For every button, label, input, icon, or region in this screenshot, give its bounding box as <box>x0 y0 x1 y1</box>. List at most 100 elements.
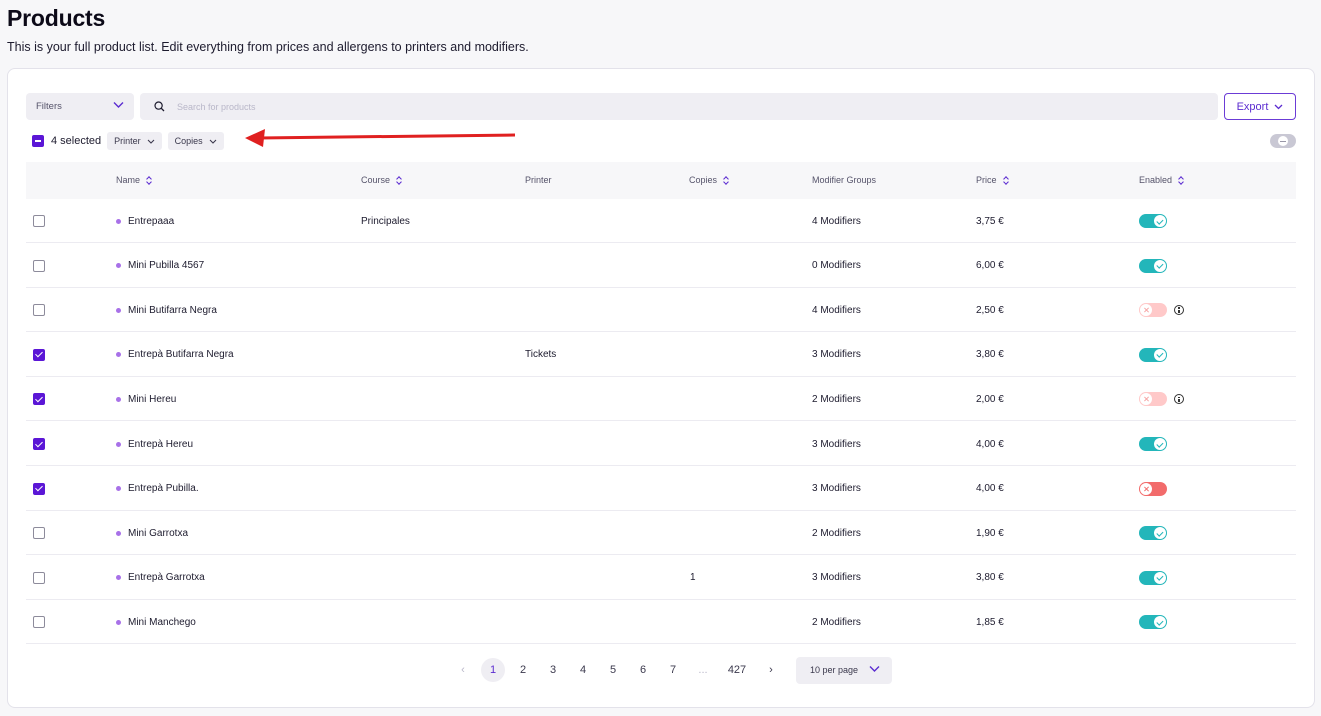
page-title: Products <box>7 5 106 31</box>
export-label: Export <box>1236 100 1269 113</box>
column-name-label: Name <box>116 175 141 185</box>
status-dot <box>116 396 121 402</box>
row-checkbox[interactable] <box>33 259 45 272</box>
enabled-toggle[interactable] <box>1139 258 1167 273</box>
page-button[interactable]: 1 <box>481 658 505 682</box>
page-button[interactable]: 3 <box>538 658 568 682</box>
row-checkbox[interactable] <box>33 393 45 406</box>
price-cell: 4,00 € <box>976 438 1004 450</box>
row-checkbox[interactable] <box>33 215 45 227</box>
modifiers-cell: 3 Modifiers <box>812 438 861 450</box>
table-row[interactable]: Mini Hereu 2 Modifiers 2,00 € <box>26 377 1296 422</box>
modifiers-cell: 3 Modifiers <box>812 349 861 361</box>
status-dot <box>116 486 121 492</box>
sort-icon <box>397 176 402 185</box>
modifiers-cell: 2 Modifiers <box>812 527 861 539</box>
info-icon[interactable] <box>1174 305 1184 316</box>
row-checkbox[interactable] <box>33 304 45 317</box>
bulk-copies-label: Copies <box>174 136 203 146</box>
status-dot <box>116 352 121 358</box>
product-name-cell[interactable]: Entrepà Hereu <box>116 422 193 466</box>
sort-icon <box>1004 176 1009 185</box>
column-copies-label: Copies <box>689 175 718 185</box>
product-name: Mini Hereu <box>128 393 177 405</box>
enabled-toggle[interactable] <box>1139 392 1167 407</box>
search-field[interactable] <box>140 93 1218 120</box>
column-header-printer: Printer <box>525 175 552 185</box>
product-name-cell[interactable]: Entrepaaa <box>116 199 174 243</box>
row-checkbox[interactable] <box>33 348 45 361</box>
page-button[interactable]: 6 <box>628 658 658 682</box>
row-checkbox[interactable] <box>33 527 45 540</box>
product-name-cell[interactable]: Mini Garrotxa <box>116 511 188 555</box>
table-row[interactable]: Entrepà Hereu 3 Modifiers 4,00 € <box>26 422 1296 466</box>
row-checkbox[interactable] <box>33 482 45 495</box>
sort-icon <box>147 176 152 185</box>
per-page-select[interactable]: 10 per page <box>796 656 892 684</box>
column-header-course[interactable]: Course <box>361 175 402 185</box>
product-name-cell[interactable]: Entrepà Butifarra Negra <box>116 333 234 377</box>
page-button[interactable]: 5 <box>598 658 628 682</box>
table-row[interactable]: Mini Pubilla 4567 0 Modifiers 6,00 € <box>26 244 1296 288</box>
enabled-toggle[interactable] <box>1139 570 1167 585</box>
product-name-cell[interactable]: Mini Hereu <box>116 377 176 421</box>
chevron-down-icon <box>1274 104 1283 109</box>
table-row[interactable]: Mini Garrotxa 2 Modifiers 1,90 € <box>26 511 1296 556</box>
price-cell: 4,00 € <box>976 483 1004 495</box>
per-page-label: 10 per page <box>810 665 859 675</box>
table-row[interactable]: Entrepà Garrotxa 1 3 Modifiers 3,80 € <box>26 556 1296 600</box>
toggle-knob <box>1154 527 1166 540</box>
page-button[interactable]: 427 <box>718 658 756 682</box>
enabled-toggle[interactable] <box>1139 615 1167 630</box>
toggle-knob <box>1140 393 1152 406</box>
price-cell: 6,00 € <box>976 260 1004 272</box>
enabled-toggle[interactable] <box>1139 214 1167 228</box>
enabled-toggle[interactable] <box>1139 303 1167 318</box>
column-header-name[interactable]: Name <box>116 175 152 185</box>
product-name-cell[interactable]: Mini Manchego <box>116 600 196 644</box>
export-button[interactable]: Export <box>1224 93 1296 120</box>
enabled-toggle[interactable] <box>1139 481 1167 496</box>
chevron-down-icon <box>209 139 217 144</box>
column-header-price[interactable]: Price <box>976 175 1009 185</box>
product-name: Mini Butifarra Negra <box>128 304 217 316</box>
product-name-cell[interactable]: Mini Pubilla 4567 <box>116 244 204 288</box>
enabled-toggle[interactable] <box>1139 347 1167 362</box>
column-printer-label: Printer <box>525 175 552 185</box>
price-cell: 3,80 € <box>976 349 1004 361</box>
table-row[interactable]: Mini Manchego 2 Modifiers 1,85 € <box>26 600 1296 645</box>
product-name-cell[interactable]: Mini Butifarra Negra <box>116 288 217 332</box>
search-input[interactable] <box>177 101 1077 112</box>
view-toggle[interactable] <box>1270 134 1296 148</box>
toggle-knob <box>1154 348 1166 361</box>
bulk-copies-dropdown[interactable]: Copies <box>167 132 224 150</box>
prev-page-button[interactable]: ‹ <box>448 658 478 682</box>
page-button[interactable]: 2 <box>508 658 538 682</box>
column-header-copies[interactable]: Copies <box>689 175 729 185</box>
row-checkbox[interactable] <box>33 616 45 629</box>
select-all-checkbox[interactable] <box>32 135 44 147</box>
info-icon[interactable] <box>1174 394 1184 405</box>
filters-dropdown[interactable]: Filters <box>26 93 134 120</box>
column-enabled-label: Enabled <box>1139 175 1173 185</box>
enabled-toggle[interactable] <box>1139 437 1167 451</box>
toggle-knob <box>1140 482 1152 495</box>
modifiers-cell: 0 Modifiers <box>812 260 861 272</box>
product-name-cell[interactable]: Entrepà Garrotxa <box>116 556 205 600</box>
enabled-toggle[interactable] <box>1139 526 1167 541</box>
column-header-enabled[interactable]: Enabled <box>1139 175 1184 185</box>
table-row[interactable]: Entrepaaa Principales 4 Modifiers 3,75 € <box>26 199 1296 243</box>
status-dot <box>116 530 121 536</box>
product-name-cell[interactable]: Entrepà Pubilla. <box>116 467 199 511</box>
row-checkbox[interactable] <box>33 438 45 450</box>
filters-label: Filters <box>36 101 62 112</box>
column-header-modifiers: Modifier Groups <box>812 175 876 185</box>
page-button[interactable]: 7 <box>658 658 688 682</box>
next-page-button[interactable]: › <box>756 658 786 682</box>
page-button[interactable]: 4 <box>568 658 598 682</box>
table-row[interactable]: Mini Butifarra Negra 4 Modifiers 2,50 € <box>26 288 1296 333</box>
table-row[interactable]: Entrepà Pubilla. 3 Modifiers 4,00 € <box>26 467 1296 511</box>
table-row[interactable]: Entrepà Butifarra Negra Tickets 3 Modifier… <box>26 333 1296 377</box>
row-checkbox[interactable] <box>33 571 45 584</box>
bulk-printer-dropdown[interactable]: Printer <box>107 132 162 150</box>
